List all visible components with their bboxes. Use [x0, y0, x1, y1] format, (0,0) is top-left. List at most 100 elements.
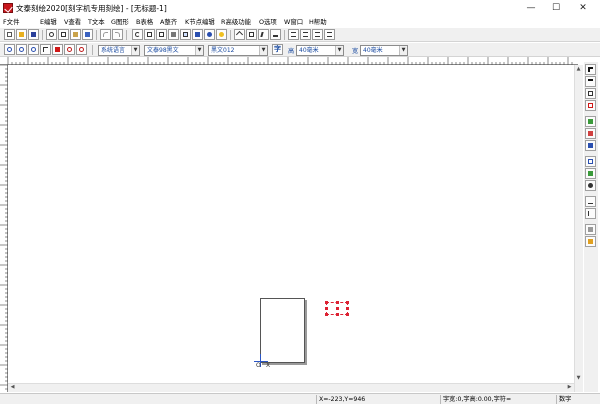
- align-justify-button[interactable]: [324, 29, 335, 40]
- transform-button[interactable]: [234, 29, 245, 40]
- image-button[interactable]: [192, 29, 203, 40]
- main-toolbar: [0, 27, 600, 42]
- menu-file[interactable]: F文件: [3, 17, 19, 26]
- fill-tool[interactable]: [585, 128, 596, 139]
- rotate-icon: [135, 32, 140, 37]
- zoom-out-button[interactable]: [16, 44, 27, 55]
- resize-handle[interactable]: [346, 313, 349, 316]
- height-select[interactable]: 40毫米 ▼: [296, 45, 344, 56]
- language-select[interactable]: 系统语言 ▼: [98, 45, 140, 56]
- width-select[interactable]: 40毫米 ▼: [360, 45, 408, 56]
- menu-view[interactable]: V查看: [64, 17, 81, 26]
- resize-handle[interactable]: [346, 301, 349, 304]
- menu-options[interactable]: O选项: [259, 17, 277, 26]
- scroll-left-icon[interactable]: ◀: [8, 383, 17, 392]
- cut-line-tool[interactable]: [585, 196, 596, 207]
- vertical-text-tool[interactable]: [585, 88, 596, 99]
- menu-edit[interactable]: E编辑: [40, 17, 57, 26]
- toolbar-separator: [42, 30, 43, 40]
- preview-button[interactable]: [180, 29, 191, 40]
- layout-button[interactable]: [156, 29, 167, 40]
- info-icon: [207, 32, 212, 37]
- table-tool[interactable]: [585, 156, 596, 167]
- print-button[interactable]: [168, 29, 179, 40]
- menu-table[interactable]: B表格: [136, 17, 153, 26]
- text-tool[interactable]: [585, 76, 596, 87]
- close-button[interactable]: ✕: [572, 0, 594, 16]
- scroll-down-icon[interactable]: ▼: [574, 374, 583, 383]
- move-button[interactable]: [40, 44, 51, 55]
- effect-icon: [588, 227, 593, 232]
- underline-icon: [273, 32, 278, 37]
- preview-icon: [183, 32, 188, 37]
- open-file-button[interactable]: [16, 29, 27, 40]
- align-left-button[interactable]: [288, 29, 299, 40]
- chevron-down-icon: ▼: [131, 46, 139, 55]
- resize-handle[interactable]: [336, 313, 339, 316]
- resize-handle[interactable]: [325, 313, 328, 316]
- special-effect-tool[interactable]: [585, 224, 596, 235]
- horizontal-scrollbar[interactable]: [8, 383, 574, 392]
- horizontal-ruler[interactable]: [0, 57, 578, 65]
- menu-align[interactable]: A整齐: [160, 17, 177, 26]
- cut-button[interactable]: [46, 29, 57, 40]
- scroll-right-icon[interactable]: ▶: [565, 383, 574, 392]
- undo-button[interactable]: [100, 29, 111, 40]
- zoom-in-button[interactable]: [4, 44, 15, 55]
- page-setup-button[interactable]: [144, 29, 155, 40]
- shape-tool[interactable]: [585, 116, 596, 127]
- char-format-icon: 字: [274, 45, 281, 53]
- align-right-button[interactable]: [312, 29, 323, 40]
- image-icon: [195, 32, 200, 37]
- text-a-button[interactable]: [246, 29, 257, 40]
- resize-handle[interactable]: [346, 307, 349, 310]
- lightbulb-icon: [219, 32, 224, 37]
- width-value: 40毫米: [363, 47, 383, 54]
- center-handle[interactable]: [336, 307, 339, 310]
- scroll-up-icon[interactable]: ▲: [574, 65, 583, 74]
- color-palette-tool[interactable]: [585, 180, 596, 191]
- selection-box[interactable]: [325, 301, 349, 316]
- save-button[interactable]: [28, 29, 39, 40]
- image-tool[interactable]: [585, 236, 596, 247]
- info-button[interactable]: [204, 29, 215, 40]
- toolbar-separator: [230, 30, 231, 40]
- resize-handle[interactable]: [325, 307, 328, 310]
- zoom-in-icon: [7, 47, 12, 52]
- rotate-button[interactable]: [132, 29, 143, 40]
- minimize-button[interactable]: —: [520, 0, 542, 16]
- weed-tool[interactable]: [585, 208, 596, 219]
- english-font-select[interactable]: 黑文012 ▼: [208, 45, 268, 56]
- group-tool[interactable]: [585, 168, 596, 179]
- resize-handle[interactable]: [325, 301, 328, 304]
- color-button[interactable]: [52, 44, 63, 55]
- vertical-scrollbar[interactable]: [574, 65, 583, 392]
- underline-button[interactable]: [270, 29, 281, 40]
- page-outline[interactable]: [260, 298, 305, 363]
- copy-button[interactable]: [58, 29, 69, 40]
- rectangle-tool[interactable]: [585, 100, 596, 111]
- maximize-button[interactable]: ☐: [545, 0, 567, 16]
- align-center-button[interactable]: [300, 29, 311, 40]
- zoom-page-button[interactable]: [64, 44, 75, 55]
- menu-advanced[interactable]: R高级功能: [221, 17, 251, 26]
- node-tool[interactable]: [585, 140, 596, 151]
- char-format-button[interactable]: 字: [272, 44, 283, 55]
- menu-graphics[interactable]: G图形: [111, 17, 129, 26]
- zoom-fit-button[interactable]: [28, 44, 39, 55]
- redo-button[interactable]: [112, 29, 123, 40]
- select-tool[interactable]: [585, 64, 596, 75]
- new-file-button[interactable]: [4, 29, 15, 40]
- chinese-font-select[interactable]: 文泰98黑文 ▼: [144, 45, 204, 56]
- italic-button[interactable]: [258, 29, 269, 40]
- menu-window[interactable]: W窗口: [284, 17, 303, 26]
- menu-help[interactable]: H帮助: [309, 17, 327, 26]
- zoom-select-button[interactable]: [76, 44, 87, 55]
- vertical-ruler[interactable]: [0, 64, 8, 392]
- clipboard-button[interactable]: [82, 29, 93, 40]
- menu-node-edit[interactable]: K节点编辑: [185, 17, 215, 26]
- menu-text[interactable]: T文本: [88, 17, 105, 26]
- paste-button[interactable]: [70, 29, 81, 40]
- hint-button[interactable]: [216, 29, 227, 40]
- resize-handle[interactable]: [336, 301, 339, 304]
